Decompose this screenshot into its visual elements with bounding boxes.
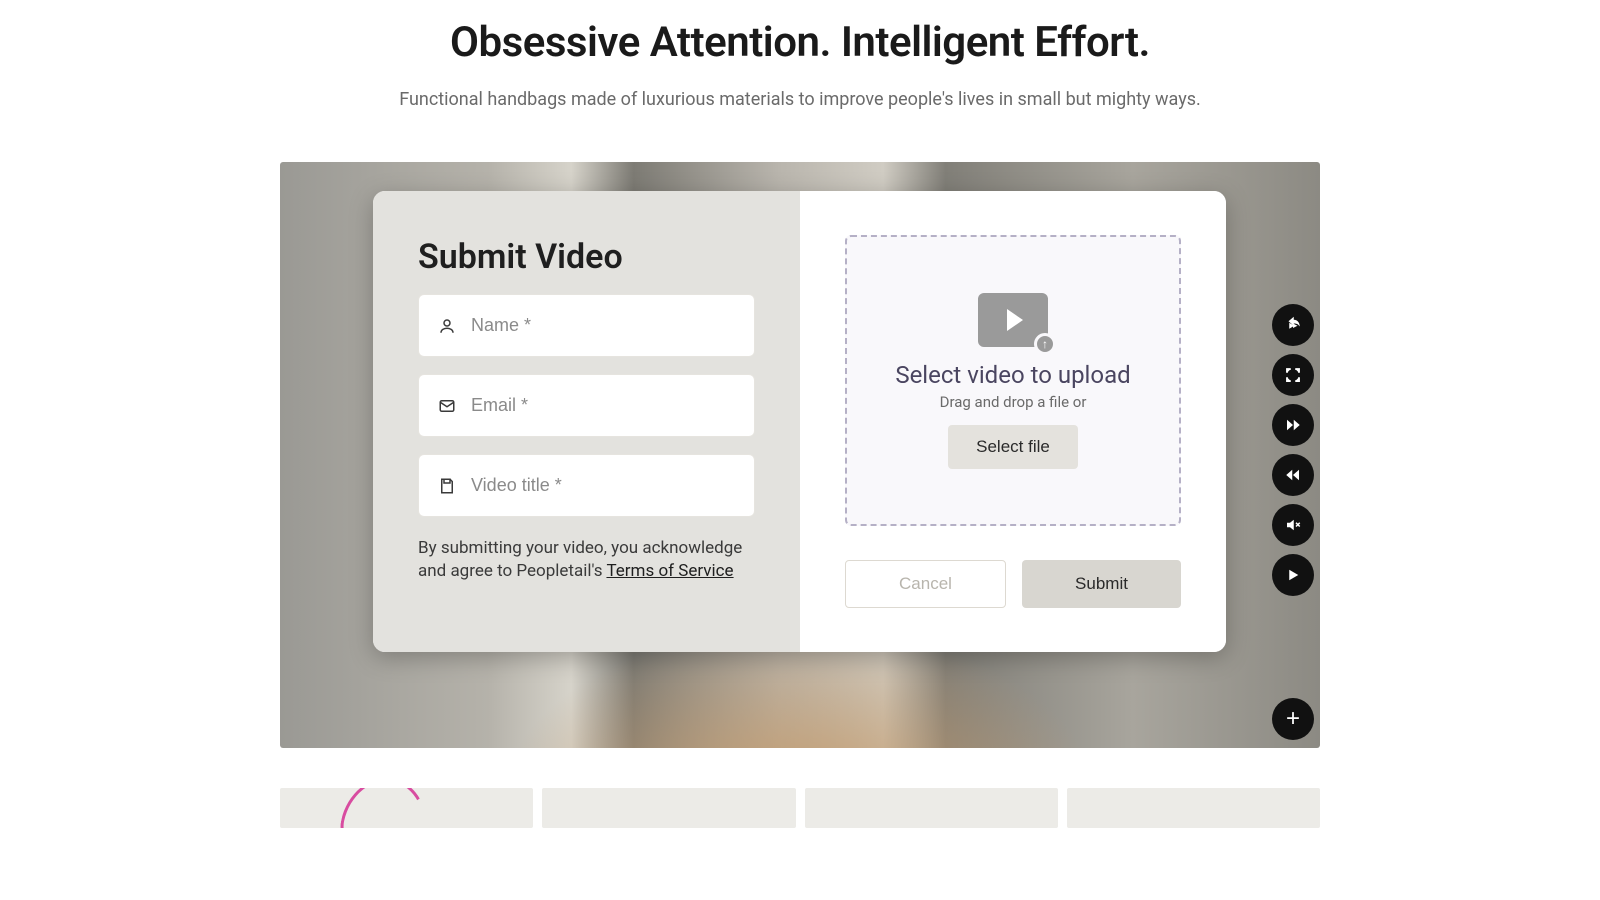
- video-title-input[interactable]: [471, 475, 736, 496]
- upload-dropzone[interactable]: ↑ Select video to upload Drag and drop a…: [845, 235, 1181, 526]
- dropzone-title: Select video to upload: [895, 361, 1130, 389]
- add-video-button[interactable]: +: [1272, 698, 1314, 740]
- person-icon: [437, 316, 457, 336]
- fullscreen-button[interactable]: [1272, 354, 1314, 396]
- cancel-button[interactable]: Cancel: [845, 560, 1006, 608]
- play-button[interactable]: [1272, 554, 1314, 596]
- page-subheadline: Functional handbags made of luxurious ma…: [399, 89, 1201, 110]
- name-field-wrapper[interactable]: [418, 294, 755, 357]
- mail-icon: [437, 396, 457, 416]
- submit-button[interactable]: Submit: [1022, 560, 1181, 608]
- mute-button[interactable]: [1272, 504, 1314, 546]
- modal-title: Submit Video: [418, 237, 755, 277]
- video-upload-icon: ↑: [978, 293, 1048, 347]
- modal-form-panel: Submit Video: [373, 191, 800, 652]
- modal-upload-panel: ↑ Select video to upload Drag and drop a…: [800, 191, 1226, 652]
- select-file-button[interactable]: Select file: [948, 425, 1078, 469]
- email-input[interactable]: [471, 395, 736, 416]
- video-title-field-wrapper[interactable]: [418, 454, 755, 517]
- rewind-button[interactable]: [1272, 454, 1314, 496]
- terms-link[interactable]: Terms of Service: [606, 561, 733, 581]
- thumbnail-item[interactable]: [805, 788, 1058, 828]
- submit-video-modal: Submit Video: [373, 191, 1226, 652]
- thumbnail-item[interactable]: [280, 788, 533, 828]
- video-controls: [1272, 304, 1314, 596]
- name-input[interactable]: [471, 315, 736, 336]
- email-field-wrapper[interactable]: [418, 374, 755, 437]
- dropzone-subtitle: Drag and drop a file or: [940, 393, 1087, 411]
- legal-text: By submitting your video, you acknowledg…: [418, 537, 755, 583]
- thumbnail-item[interactable]: [542, 788, 795, 828]
- hero-video-area: Submit Video: [280, 162, 1320, 748]
- modal-actions: Cancel Submit: [845, 560, 1181, 608]
- thumbnail-item[interactable]: [1067, 788, 1320, 828]
- share-button[interactable]: [1272, 304, 1314, 346]
- thumbnail-row: [280, 788, 1320, 828]
- page-headline: Obsessive Attention. Intelligent Effort.: [450, 18, 1150, 67]
- save-icon: [437, 476, 457, 496]
- fast-forward-button[interactable]: [1272, 404, 1314, 446]
